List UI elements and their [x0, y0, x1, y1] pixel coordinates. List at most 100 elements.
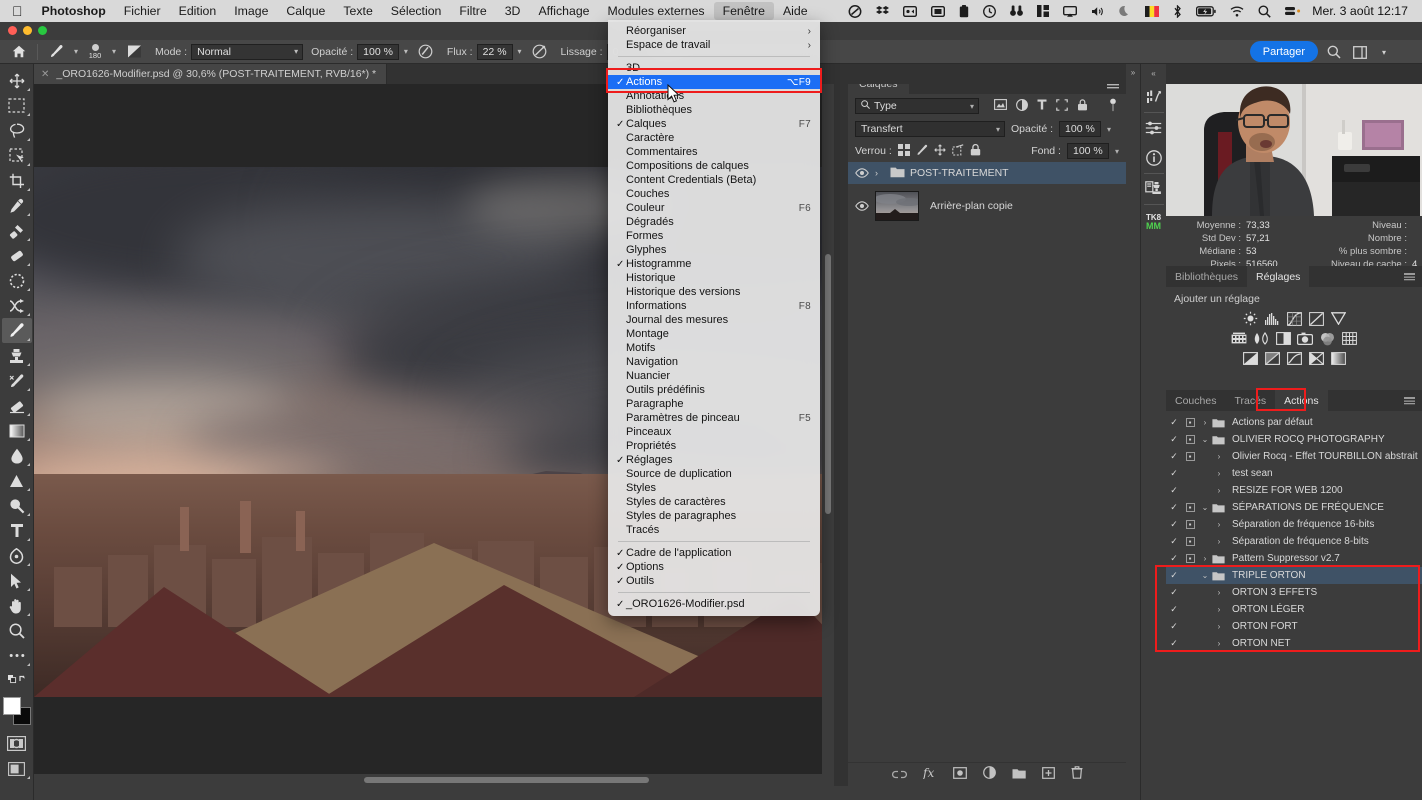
- menu-item-couches[interactable]: Couches: [608, 187, 820, 201]
- mac-menu-edition[interactable]: Edition: [170, 2, 226, 20]
- tab-bibliotheques[interactable]: Bibliothèques: [1166, 266, 1248, 287]
- mac-menu-3d[interactable]: 3D: [496, 2, 530, 20]
- pressure-opacity-icon[interactable]: [413, 41, 439, 63]
- layer-thumbnail[interactable]: [875, 191, 919, 221]
- adjustment-filter-icon[interactable]: [1016, 98, 1028, 114]
- color-lookup-icon[interactable]: [1341, 331, 1358, 346]
- airbrush-icon[interactable]: [527, 41, 553, 63]
- layer-row-arriere-plan-copie[interactable]: Arrière-plan copie: [848, 184, 1126, 228]
- layer-fill-input[interactable]: 100 %: [1066, 143, 1109, 159]
- delete-layer-icon[interactable]: [1071, 765, 1083, 784]
- threshold-icon[interactable]: [1286, 351, 1303, 366]
- wifi-icon[interactable]: [1223, 5, 1251, 17]
- mac-menu-filtre[interactable]: Filtre: [450, 2, 495, 20]
- home-icon[interactable]: [6, 41, 32, 63]
- action-row[interactable]: ✓ › test sean: [1166, 465, 1422, 482]
- clone-source-panel-icon[interactable]: [1142, 174, 1166, 204]
- action-toggle-dialog-icon[interactable]: ▪: [1182, 418, 1198, 427]
- menu-item-r-glages[interactable]: ✓ Réglages: [608, 453, 820, 467]
- moon-icon[interactable]: [1112, 5, 1138, 17]
- lock-image-icon[interactable]: [916, 144, 928, 159]
- workspace-chevron-down-icon[interactable]: ▾: [1374, 42, 1394, 62]
- mac-menu-image[interactable]: Image: [225, 2, 277, 20]
- panel-menu-icon[interactable]: [1404, 266, 1422, 287]
- gradient-tool[interactable]: [2, 418, 32, 443]
- menu-item-historique[interactable]: Historique: [608, 271, 820, 285]
- action-check-icon[interactable]: ✓: [1166, 434, 1182, 445]
- menu-item-espace-de-travail[interactable]: Espace de travail ›: [608, 38, 820, 52]
- layer-opacity-input[interactable]: 100 %: [1059, 121, 1102, 137]
- zoom-window-button[interactable]: [38, 26, 47, 35]
- action-check-icon[interactable]: ✓: [1166, 468, 1182, 479]
- expand-panels-icon[interactable]: »: [1126, 64, 1140, 77]
- menu-item-outils-pr-d-finis[interactable]: Outils prédéfinis: [608, 383, 820, 397]
- action-check-icon[interactable]: ✓: [1166, 638, 1182, 649]
- menu-item-motifs[interactable]: Motifs: [608, 341, 820, 355]
- menu-item-styles-de-paragraphes[interactable]: Styles de paragraphes: [608, 509, 820, 523]
- foreground-color-swatch[interactable]: [2, 697, 21, 715]
- link-layers-icon[interactable]: [891, 766, 907, 784]
- chevron-right-icon[interactable]: ›: [1212, 639, 1226, 648]
- tab-actions[interactable]: Actions: [1275, 390, 1328, 411]
- action-check-icon[interactable]: ✓: [1166, 417, 1182, 428]
- panel-menu-icon[interactable]: [1404, 390, 1422, 411]
- frame-tool[interactable]: [2, 268, 32, 293]
- scrollbar-thumb[interactable]: [825, 254, 831, 514]
- brush-panel-icon[interactable]: [121, 41, 147, 63]
- dropbox-icon[interactable]: [869, 5, 896, 17]
- creative-cloud-icon[interactable]: [841, 4, 869, 18]
- rectangular-marquee-tool[interactable]: [2, 93, 32, 118]
- action-check-icon[interactable]: ✓: [1166, 570, 1182, 581]
- menu-item-commentaires[interactable]: Commentaires: [608, 145, 820, 159]
- share-button[interactable]: Partager: [1249, 41, 1318, 62]
- opacity-chevron-down-icon[interactable]: ▾: [1107, 125, 1111, 134]
- brightness-contrast-icon[interactable]: [1242, 311, 1259, 326]
- action-row[interactable]: ✓ ▪ › Pattern Suppressor v2.7: [1166, 550, 1422, 567]
- action-row[interactable]: ✓ › ORTON FORT: [1166, 618, 1422, 635]
- lock-artboard-icon[interactable]: [952, 143, 964, 159]
- close-window-button[interactable]: [8, 26, 17, 35]
- chevron-right-icon[interactable]: ›: [1212, 622, 1226, 631]
- chevron-right-icon[interactable]: ›: [1212, 520, 1226, 529]
- shuffle-tool[interactable]: [2, 293, 32, 318]
- levels-icon[interactable]: [1264, 311, 1281, 326]
- mac-menu-aide[interactable]: Aide: [774, 2, 817, 20]
- battery-icon[interactable]: [1189, 5, 1223, 17]
- brush-preset-icon[interactable]: [43, 41, 69, 63]
- action-check-icon[interactable]: ✓: [1166, 519, 1182, 530]
- action-row[interactable]: ✓ ⌄ TRIPLE ORTON: [1166, 567, 1422, 584]
- menu-item-oro1626-modifier-psd[interactable]: ✓ _ORO1626-Modifier.psd: [608, 597, 820, 611]
- pen-tool[interactable]: [2, 543, 32, 568]
- action-row[interactable]: ✓ › ORTON LÉGER: [1166, 601, 1422, 618]
- menu-item-couleur[interactable]: Couleur F6: [608, 201, 820, 215]
- channel-mixer-icon[interactable]: [1319, 331, 1336, 346]
- menu-item-styles[interactable]: Styles: [608, 481, 820, 495]
- history-brush-tool[interactable]: [2, 368, 32, 393]
- action-check-icon[interactable]: ✓: [1166, 621, 1182, 632]
- lasso-tool[interactable]: [2, 118, 32, 143]
- menu-item-histogramme[interactable]: ✓ Histogramme: [608, 257, 820, 271]
- eye-icon[interactable]: [854, 201, 870, 211]
- brush-tool[interactable]: [1, 318, 32, 343]
- smartobject-filter-icon[interactable]: [1077, 98, 1088, 114]
- action-toggle-dialog-icon[interactable]: ▪: [1182, 503, 1198, 512]
- menu-item-navigation[interactable]: Navigation: [608, 355, 820, 369]
- brush-preset-chevron-down-icon[interactable]: ▾: [69, 44, 83, 60]
- action-row[interactable]: ✓ › ORTON NET: [1166, 635, 1422, 652]
- action-check-icon[interactable]: ✓: [1166, 536, 1182, 547]
- dodge-tool[interactable]: [2, 468, 32, 493]
- opacity-chevron-down-icon[interactable]: ▾: [399, 44, 413, 60]
- screen-mode-icon[interactable]: [2, 756, 32, 781]
- new-group-icon[interactable]: [1012, 766, 1026, 784]
- layer-row-post-traitement[interactable]: › POST-TRAITEMENT: [848, 162, 1126, 184]
- type-tool[interactable]: [2, 518, 32, 543]
- black-white-icon[interactable]: [1275, 331, 1292, 346]
- color-balance-icon[interactable]: [1253, 331, 1270, 346]
- menu-item-content-credentials-beta[interactable]: Content Credentials (Beta): [608, 173, 820, 187]
- chevron-right-icon[interactable]: ›: [1212, 605, 1226, 614]
- action-check-icon[interactable]: ✓: [1166, 587, 1182, 598]
- canvas-vertical-scrollbar[interactable]: [822, 84, 834, 774]
- chevron-down-icon[interactable]: ⌄: [1198, 571, 1212, 580]
- menu-item-historique-des-versions[interactable]: Historique des versions: [608, 285, 820, 299]
- menu-item-param-tres-de-pinceau[interactable]: Paramètres de pinceau F5: [608, 411, 820, 425]
